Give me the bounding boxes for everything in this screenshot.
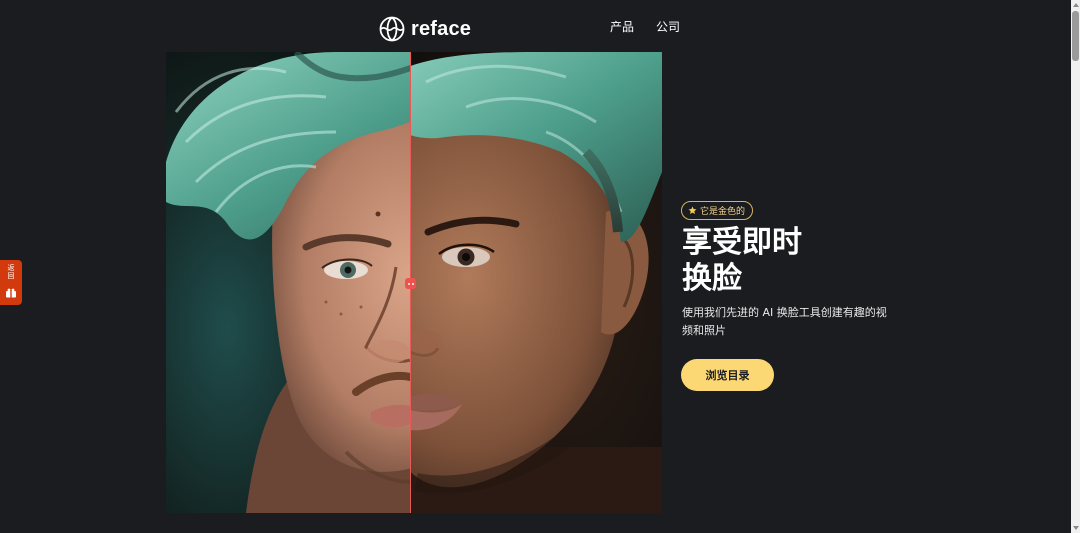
logo-link[interactable]: reface (379, 15, 471, 43)
scroll-down-icon[interactable] (1073, 526, 1079, 530)
drag-handle-icon[interactable] (405, 278, 416, 289)
side-floating-tab[interactable]: 返回 (0, 260, 22, 305)
nav-products[interactable]: 产品 (610, 18, 634, 35)
browse-catalog-button[interactable]: 浏览目录 (681, 359, 774, 391)
scroll-thumb[interactable] (1072, 11, 1079, 61)
gift-icon (6, 288, 16, 298)
title-line-2: 换脸 (682, 261, 742, 296)
nav-company[interactable]: 公司 (656, 18, 680, 35)
side-tab-label: 返回 (7, 264, 15, 280)
main-nav: 产品 公司 (610, 18, 680, 35)
reface-globe-icon (379, 16, 405, 42)
site-header: reface 产品 公司 (0, 0, 1071, 56)
hero-subtitle: 使用我们先进的 AI 换脸工具创建有趣的视频和照片 (682, 306, 887, 337)
scroll-up-icon[interactable] (1073, 3, 1079, 7)
vertical-scrollbar[interactable] (1071, 0, 1080, 533)
face-swap-split-portrait[interactable] (166, 52, 662, 513)
page: reface 产品 公司 它是金色的 享受即时 换脸 使用我们先进的 AI 换脸… (0, 0, 1071, 533)
star-icon (688, 206, 697, 215)
badge-label: 它是金色的 (700, 207, 746, 217)
title-line-1: 享受即时 (682, 225, 802, 260)
page-title: 享受即时 换脸 (682, 225, 882, 297)
logo-text: reface (411, 17, 472, 40)
status-badge: 它是金色的 (681, 201, 754, 220)
